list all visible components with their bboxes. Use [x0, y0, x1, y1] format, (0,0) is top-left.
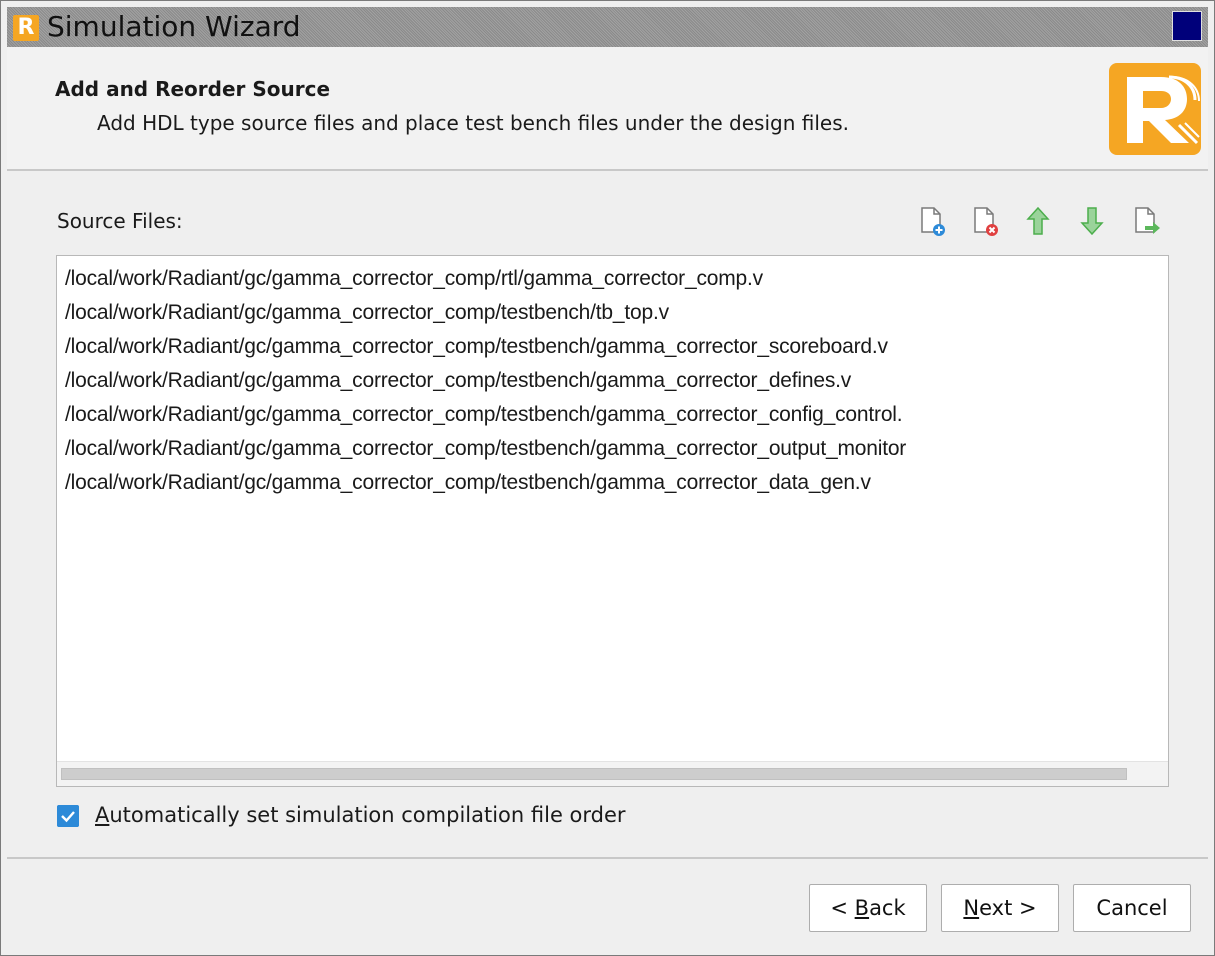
- file-rows: /local/work/Radiant/gc/gamma_corrector_c…: [65, 262, 1168, 500]
- list-item[interactable]: /local/work/Radiant/gc/gamma_corrector_c…: [65, 398, 1168, 432]
- scrollbar-thumb[interactable]: [61, 768, 1127, 780]
- page-title: Add and Reorder Source: [55, 77, 331, 101]
- app-logo-icon: R: [13, 15, 39, 41]
- list-item[interactable]: /local/work/Radiant/gc/gamma_corrector_c…: [65, 466, 1168, 500]
- list-item[interactable]: /local/work/Radiant/gc/gamma_corrector_c…: [65, 330, 1168, 364]
- next-rest: ext >: [979, 896, 1037, 920]
- move-down-icon[interactable]: [1077, 205, 1107, 237]
- next-button[interactable]: Next >: [941, 884, 1059, 932]
- back-mnemonic: B: [854, 896, 870, 920]
- wizard-header: Add and Reorder Source Add HDL type sour…: [7, 47, 1208, 171]
- simulation-wizard-window: R Simulation Wizard Add and Reorder Sour…: [0, 0, 1215, 956]
- horizontal-scrollbar[interactable]: [57, 761, 1168, 786]
- auto-order-label[interactable]: Automatically set simulation compilation…: [95, 803, 626, 827]
- footer-divider: [7, 857, 1208, 859]
- radiant-logo-icon: [1109, 63, 1201, 155]
- source-toolbar: [911, 201, 1171, 241]
- page-description: Add HDL type source files and place test…: [97, 111, 849, 135]
- window-title: Simulation Wizard: [47, 10, 301, 43]
- source-files-label: Source Files:: [57, 209, 183, 233]
- export-file-icon[interactable]: [1131, 205, 1161, 237]
- maximize-button[interactable]: [1172, 11, 1202, 41]
- move-up-icon[interactable]: [1023, 205, 1053, 237]
- cancel-button[interactable]: Cancel: [1073, 884, 1191, 932]
- list-item[interactable]: /local/work/Radiant/gc/gamma_corrector_c…: [65, 432, 1168, 466]
- add-file-icon[interactable]: [917, 205, 947, 237]
- auto-order-checkbox[interactable]: [57, 805, 79, 827]
- list-item[interactable]: /local/work/Radiant/gc/gamma_corrector_c…: [65, 296, 1168, 330]
- next-mnemonic: N: [963, 896, 980, 920]
- source-file-list[interactable]: /local/work/Radiant/gc/gamma_corrector_c…: [56, 255, 1169, 787]
- mnemonic-a: A: [95, 803, 110, 827]
- list-item[interactable]: /local/work/Radiant/gc/gamma_corrector_c…: [65, 262, 1168, 296]
- back-button[interactable]: < Back: [809, 884, 927, 932]
- remove-file-icon[interactable]: [970, 205, 1000, 237]
- back-rest: ack: [869, 896, 906, 920]
- title-bar[interactable]: R Simulation Wizard: [7, 7, 1208, 47]
- list-item[interactable]: /local/work/Radiant/gc/gamma_corrector_c…: [65, 364, 1168, 398]
- auto-order-label-text: utomatically set simulation compilation …: [109, 803, 626, 827]
- back-prefix: <: [830, 896, 855, 920]
